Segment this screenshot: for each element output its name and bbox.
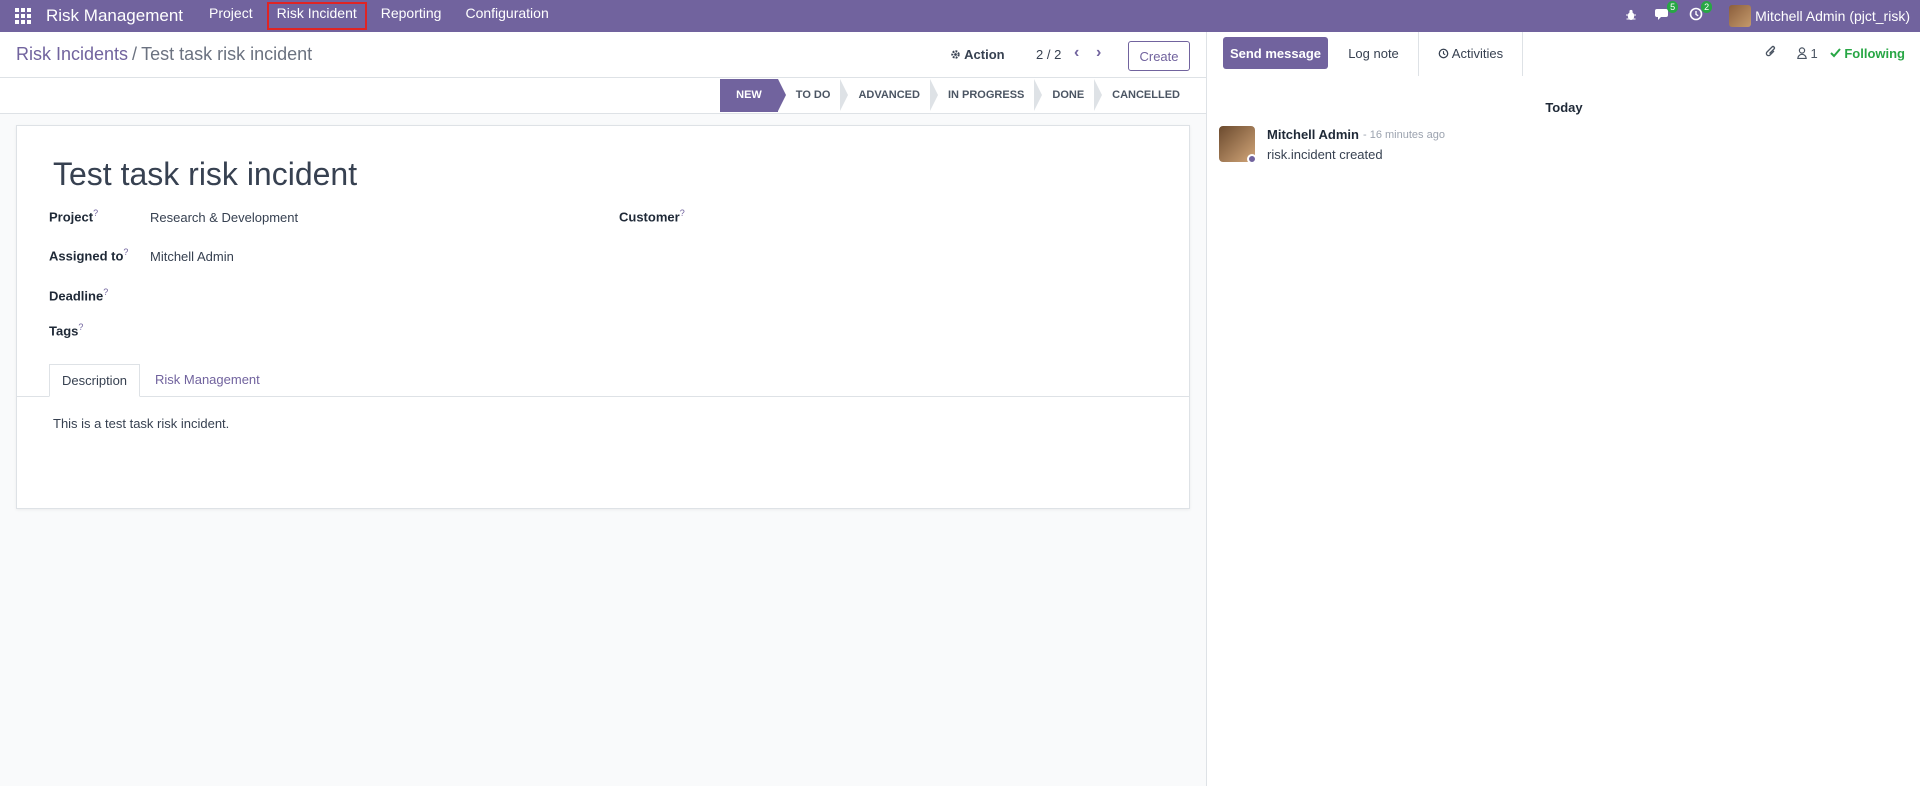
record-title[interactable]: Test task risk incident xyxy=(53,156,357,193)
gear-icon xyxy=(951,50,960,59)
breadcrumb: Risk Incidents / Test task risk incident xyxy=(16,44,312,65)
stage-in-progress[interactable]: IN PROGRESS xyxy=(929,79,1043,112)
online-status-dot xyxy=(1247,154,1257,164)
stage-new[interactable]: NEW xyxy=(720,79,786,112)
navbar-systray: 5 2 Mitchell Admin (pjct_risk) xyxy=(1607,0,1920,32)
activities-badge: 2 xyxy=(1701,1,1713,13)
control-panel: Risk Incidents / Test task risk incident A… xyxy=(0,32,1206,78)
following-label: Following xyxy=(1844,46,1905,61)
stage-done[interactable]: DONE xyxy=(1034,79,1102,112)
messages-icon[interactable]: 5 xyxy=(1655,0,1679,32)
description-text[interactable]: This is a test task risk incident. xyxy=(53,416,229,431)
stage-to-do[interactable]: TO DO xyxy=(777,79,849,112)
apps-menu-icon[interactable] xyxy=(0,0,46,32)
chatter-tools: 1 Following xyxy=(1765,45,1905,62)
deadline-label: Deadline? xyxy=(49,287,109,304)
customer-label: Customer? xyxy=(619,208,685,225)
app-brand[interactable]: Risk Management xyxy=(46,6,183,26)
menu-item-project[interactable]: Project xyxy=(197,0,265,32)
paperclip-icon[interactable] xyxy=(1765,45,1777,62)
main-menu: Project Risk Incident Reporting Configur… xyxy=(197,0,561,32)
help-tooltip-icon[interactable]: ? xyxy=(123,247,128,257)
stage-cancelled[interactable]: CANCELLED xyxy=(1094,79,1190,112)
menu-item-risk-incident[interactable]: Risk Incident xyxy=(265,0,369,32)
create-button[interactable]: Create xyxy=(1128,41,1190,71)
form-sheet: Test task risk incident Project? Researc… xyxy=(16,125,1190,509)
stage-pipeline: NEW TO DO ADVANCED IN PROGRESS DONE CANC… xyxy=(720,79,1190,112)
breadcrumb-separator: / xyxy=(132,44,138,64)
top-navbar: Risk Management Project Risk Incident Re… xyxy=(0,0,1920,32)
tab-risk-management[interactable]: Risk Management xyxy=(143,364,272,397)
breadcrumb-current: Test task risk incident xyxy=(141,44,313,64)
activities-clock-icon[interactable]: 2 xyxy=(1689,0,1713,32)
log-note-button[interactable]: Log note xyxy=(1329,32,1419,76)
activities-label: Activities xyxy=(1451,46,1504,61)
action-button[interactable]: Action xyxy=(950,47,1005,62)
user-menu[interactable]: Mitchell Admin (pjct_risk) xyxy=(1729,5,1910,27)
pager-previous-icon[interactable]: ‹ xyxy=(1074,44,1079,62)
send-message-button[interactable]: Send message xyxy=(1223,37,1328,69)
help-tooltip-icon[interactable]: ? xyxy=(103,287,108,297)
user-icon xyxy=(1797,47,1807,60)
user-avatar xyxy=(1729,5,1752,27)
assigned-to-field[interactable]: Mitchell Admin xyxy=(150,249,234,264)
date-separator: Today xyxy=(1545,100,1583,115)
debug-bug-icon[interactable] xyxy=(1625,0,1637,32)
chatter-topbar: Send message Log note Activities 1 Follo… xyxy=(1207,32,1920,78)
status-bar: NEW TO DO ADVANCED IN PROGRESS DONE CANC… xyxy=(0,78,1206,114)
tags-label: Tags? xyxy=(49,322,84,339)
help-tooltip-icon[interactable]: ? xyxy=(78,322,83,332)
notebook-tabs: Description Risk Management xyxy=(17,364,1189,397)
action-label: Action xyxy=(964,47,1005,62)
assigned-to-label: Assigned to? xyxy=(49,247,129,264)
project-label: Project? xyxy=(49,208,99,225)
menu-item-reporting[interactable]: Reporting xyxy=(369,0,454,32)
message-author[interactable]: Mitchell Admin xyxy=(1267,127,1359,142)
activities-button[interactable]: Activities xyxy=(1419,32,1523,76)
clock-icon xyxy=(1438,48,1449,59)
followers-button[interactable]: 1 xyxy=(1797,46,1818,61)
pager-value[interactable]: 2 / 2 xyxy=(1036,47,1061,62)
message-body: risk.incident created xyxy=(1267,147,1383,162)
project-field[interactable]: Research & Development xyxy=(150,210,298,225)
menu-item-configuration[interactable]: Configuration xyxy=(453,0,560,32)
breadcrumb-parent[interactable]: Risk Incidents xyxy=(16,44,128,64)
followers-count: 1 xyxy=(1810,46,1818,61)
pager-next-icon[interactable]: › xyxy=(1096,44,1101,62)
chatter-panel: Send message Log note Activities 1 Follo… xyxy=(1206,32,1920,786)
user-name: Mitchell Admin (pjct_risk) xyxy=(1755,8,1910,24)
following-button[interactable]: Following xyxy=(1830,46,1905,61)
help-tooltip-icon[interactable]: ? xyxy=(680,208,685,218)
check-icon xyxy=(1830,48,1841,58)
stage-advanced[interactable]: ADVANCED xyxy=(840,79,938,112)
tab-description[interactable]: Description xyxy=(49,364,141,397)
messages-badge: 5 xyxy=(1667,1,1679,13)
message-timestamp: - 16 minutes ago xyxy=(1363,129,1445,141)
help-tooltip-icon[interactable]: ? xyxy=(93,208,98,218)
